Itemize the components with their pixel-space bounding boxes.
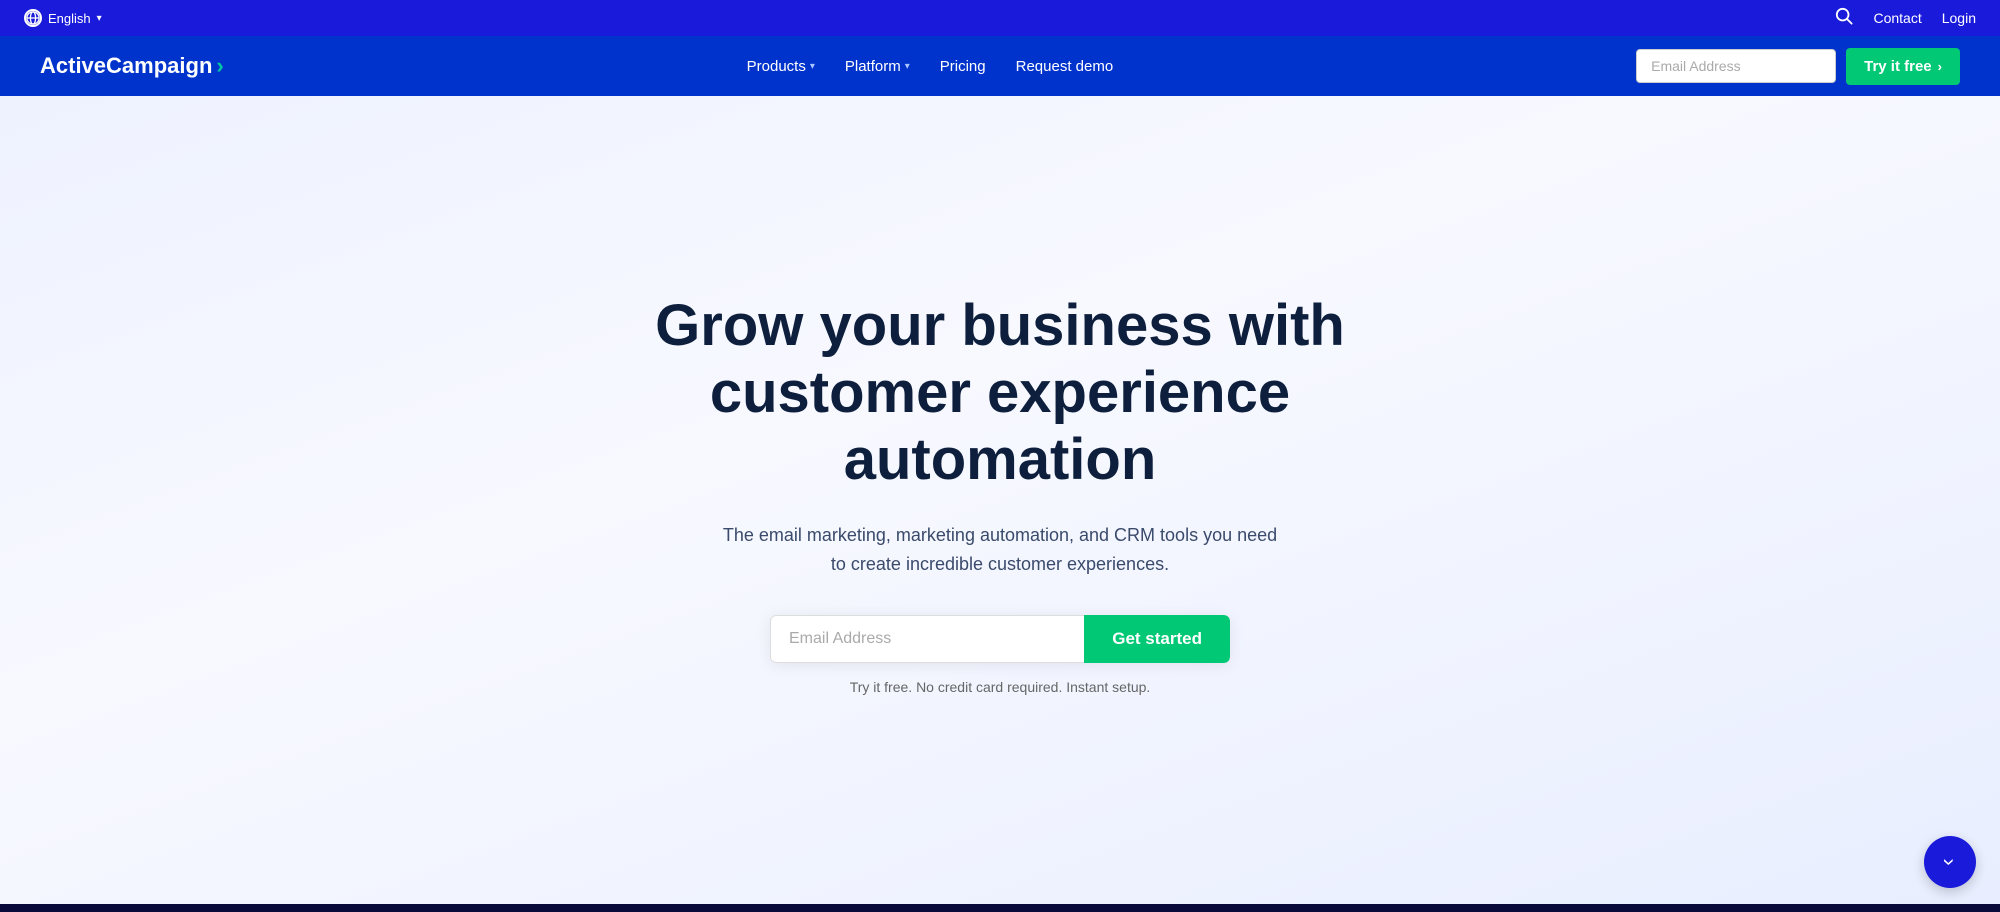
try-free-label: Try it free	[1864, 58, 1932, 75]
nav-email-input[interactable]	[1636, 49, 1836, 83]
hero-email-input[interactable]	[770, 615, 1084, 663]
nav-request-demo[interactable]: Request demo	[1004, 52, 1126, 81]
scroll-arrow-icon: ›	[1939, 858, 1961, 865]
logo[interactable]: ActiveCampaign›	[40, 53, 224, 79]
hero-title: Grow your business with customer experie…	[590, 293, 1410, 493]
logo-text: ActiveCampaign	[40, 53, 212, 79]
get-started-button[interactable]: Get started	[1084, 615, 1230, 663]
get-started-label: Get started	[1112, 629, 1202, 648]
hero-subtitle: The email marketing, marketing automatio…	[720, 521, 1280, 579]
language-label: English	[48, 11, 91, 26]
nav-cta: Try it free ›	[1636, 48, 1960, 85]
products-chevron-icon: ▾	[810, 61, 815, 72]
hero-form: Get started	[770, 615, 1230, 663]
nav-products[interactable]: Products ▾	[735, 52, 827, 81]
top-bar: English ▾ Contact Login	[0, 0, 2000, 36]
nav-pricing-label: Pricing	[940, 58, 986, 75]
search-icon[interactable]	[1835, 7, 1853, 30]
main-nav: ActiveCampaign› Products ▾ Platform ▾ Pr…	[0, 36, 2000, 96]
logo-arrow-icon: ›	[216, 53, 223, 79]
top-bar-right: Contact Login	[1835, 7, 1976, 30]
try-free-arrow-icon: ›	[1938, 59, 1942, 74]
nav-pricing[interactable]: Pricing	[928, 52, 998, 81]
nav-platform-label: Platform	[845, 58, 901, 75]
language-selector[interactable]: English ▾	[24, 9, 102, 27]
nav-links: Products ▾ Platform ▾ Pricing Request de…	[735, 52, 1126, 81]
nav-platform[interactable]: Platform ▾	[833, 52, 922, 81]
login-link[interactable]: Login	[1942, 10, 1976, 26]
hero-note: Try it free. No credit card required. In…	[850, 679, 1151, 695]
nav-request-demo-label: Request demo	[1016, 58, 1114, 75]
hero-section: Grow your business with customer experie…	[0, 96, 2000, 912]
nav-products-label: Products	[747, 58, 806, 75]
contact-link[interactable]: Contact	[1873, 10, 1921, 26]
try-free-button[interactable]: Try it free ›	[1846, 48, 1960, 85]
scroll-button[interactable]: ›	[1924, 836, 1976, 888]
platform-chevron-icon: ▾	[905, 61, 910, 72]
language-chevron-icon: ▾	[97, 13, 102, 24]
bottom-bar	[0, 904, 2000, 912]
globe-icon	[24, 9, 42, 27]
